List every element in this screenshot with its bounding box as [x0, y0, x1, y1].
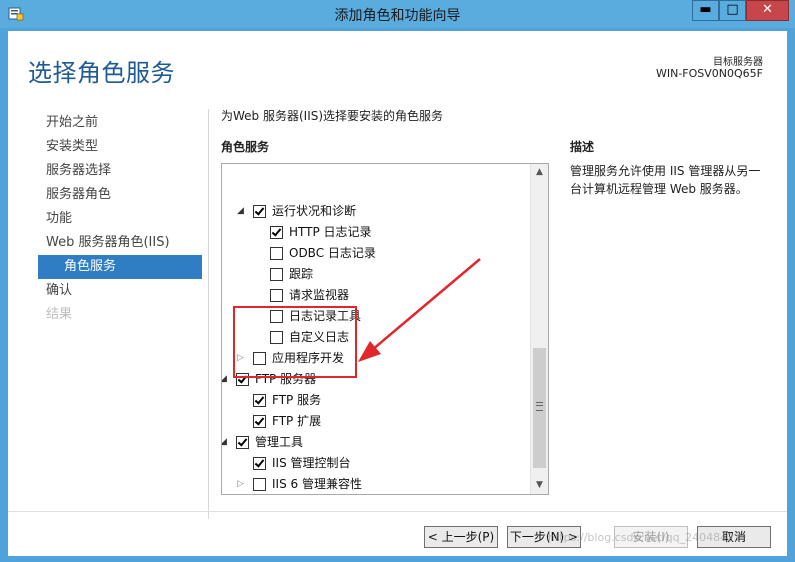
role-checkbox[interactable]	[270, 268, 283, 281]
tree-row[interactable]: ODBC 日志记录	[222, 243, 522, 263]
nav-item-installation-type[interactable]: 安装类型	[38, 135, 202, 159]
role-label: 运行状况和诊断	[272, 204, 357, 218]
description-text: 管理服务允许使用 IIS 管理器从另一台计算机远程管理 Web 服务器。	[570, 164, 761, 196]
destination-server-name: WIN-FOSV0N0Q65F	[655, 67, 763, 80]
role-checkbox[interactable]	[253, 205, 266, 218]
scroll-thumb[interactable]	[533, 348, 546, 468]
role-checkbox[interactable]	[236, 436, 249, 449]
role-label: FTP 服务	[272, 393, 322, 407]
role-label: HTTP 日志记录	[289, 225, 372, 239]
role-checkbox[interactable]	[253, 478, 266, 491]
role-label: IIS 6 管理兼容性	[272, 477, 362, 491]
previous-button[interactable]: < 上一步(P)	[424, 526, 498, 548]
annotation-highlight-box	[233, 306, 357, 378]
nav-item-features[interactable]: 功能	[38, 207, 202, 231]
role-services-heading: 角色服务	[221, 140, 270, 154]
collapse-arrow-icon[interactable]: ◢	[222, 369, 230, 389]
nav-item-web-server-role[interactable]: Web 服务器角色(IIS)	[38, 231, 202, 255]
nav-item-server-roles[interactable]: 服务器角色	[38, 183, 202, 207]
wizard-nav: 开始之前 安装类型 服务器选择 服务器角色 功能 Web 服务器角色(IIS) …	[38, 111, 202, 327]
wizard-content: 选择角色服务 目标服务器 WIN-FOSV0N0Q65F 开始之前 安装类型 服…	[8, 31, 787, 556]
description-heading: 描述	[570, 140, 595, 154]
instruction-text: 为Web 服务器(IIS)选择要安装的角色服务	[221, 109, 444, 123]
role-checkbox[interactable]	[253, 457, 266, 470]
page-title: 选择角色服务	[28, 59, 175, 87]
maximize-button[interactable]: □	[719, 0, 746, 21]
collapse-arrow-icon[interactable]: ◢	[237, 201, 247, 221]
role-checkbox[interactable]	[270, 226, 283, 239]
tree-row[interactable]: FTP 扩展	[222, 411, 522, 431]
role-label: FTP 扩展	[272, 414, 322, 428]
footer-divider	[8, 511, 787, 512]
tree-row[interactable]: 跟踪	[222, 264, 522, 284]
tree-row[interactable]: FTP 服务	[222, 390, 522, 410]
role-checkbox[interactable]	[270, 289, 283, 302]
role-label: IIS 管理控制台	[272, 456, 351, 470]
nav-divider	[208, 109, 209, 519]
scroll-up-icon[interactable]: ▲	[531, 164, 548, 181]
grip-icon	[536, 402, 543, 411]
tree-row[interactable]: 请求监视器	[222, 285, 522, 305]
tree-row[interactable]: ◢ 运行状况和诊断	[222, 201, 522, 221]
wizard-window: 添加角色和功能向导 ▬ □ ✕ 选择角色服务 目标服务器 WIN-FOSV0N0…	[0, 0, 795, 562]
role-label: 请求监视器	[289, 288, 350, 302]
role-label: 管理工具	[255, 435, 304, 449]
window-title: 添加角色和功能向导	[334, 8, 461, 24]
title-bar[interactable]: 添加角色和功能向导 ▬ □ ✕	[0, 0, 795, 28]
role-label: ODBC 日志记录	[289, 246, 376, 260]
collapse-arrow-icon[interactable]: ◢	[222, 432, 230, 452]
role-checkbox[interactable]	[253, 415, 266, 428]
role-label: 跟踪	[289, 267, 314, 281]
nav-item-role-services[interactable]: 角色服务	[38, 255, 202, 279]
role-checkbox[interactable]	[253, 394, 266, 407]
close-button[interactable]: ✕	[746, 0, 789, 21]
expand-arrow-icon[interactable]: ▷	[237, 474, 247, 494]
tree-scrollbar[interactable]: ▲ ▼	[530, 164, 548, 494]
tree-row[interactable]: ▷ IIS 6 管理兼容性	[222, 474, 522, 494]
scroll-down-icon[interactable]: ▼	[531, 477, 548, 494]
tree-row[interactable]: IIS 管理控制台	[222, 453, 522, 473]
destination-server-label: 目标服务器	[713, 57, 763, 68]
nav-item-confirmation[interactable]: 确认	[38, 279, 202, 303]
watermark-text: https://blog.csdn.net/qq_24048421	[548, 531, 742, 544]
nav-item-before-you-begin[interactable]: 开始之前	[38, 111, 202, 135]
tree-row[interactable]: HTTP 日志记录	[222, 222, 522, 242]
minimize-button[interactable]: ▬	[692, 0, 719, 21]
tree-row[interactable]: ◢ 管理工具	[222, 432, 522, 452]
nav-item-results: 结果	[46, 307, 73, 322]
nav-item-server-selection[interactable]: 服务器选择	[38, 159, 202, 183]
role-checkbox[interactable]	[270, 247, 283, 260]
